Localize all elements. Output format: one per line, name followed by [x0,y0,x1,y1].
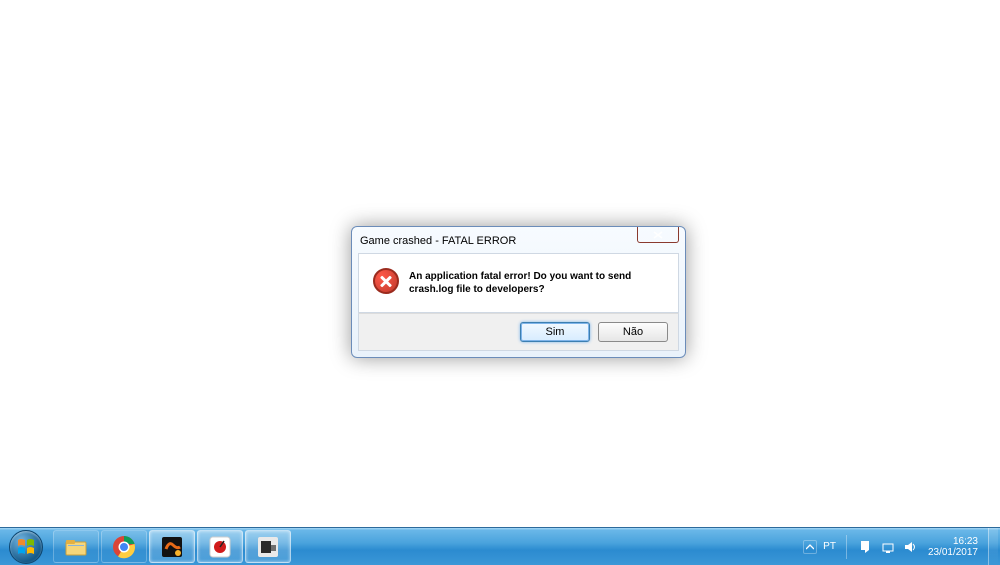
close-button[interactable] [637,227,679,243]
record-icon [208,535,232,559]
taskbar-item-explorer[interactable] [53,530,99,563]
clock[interactable]: 16:23 23/01/2017 [924,536,982,558]
tray-separator [846,535,848,559]
yes-button[interactable]: Sim [520,322,590,342]
system-tray: PT 16:23 23/01/2017 [803,528,1000,565]
app-icon [160,535,184,559]
clock-date: 23/01/2017 [928,547,978,558]
error-icon [373,268,399,294]
no-button[interactable]: Não [598,322,668,342]
show-desktop-button[interactable] [988,528,998,565]
tray-overflow-button[interactable] [803,540,817,554]
taskbar-item-app3[interactable] [149,530,195,563]
taskbar-item-chrome[interactable] [101,530,147,563]
start-button[interactable] [0,528,52,565]
dialog-titlebar[interactable]: Game crashed - FATAL ERROR [358,233,679,253]
volume-icon[interactable] [902,539,918,555]
taskbar-item-recorder[interactable] [197,530,243,563]
dialog-message: An application fatal error! Do you want … [409,268,666,296]
close-icon [653,231,663,239]
dialog-body: An application fatal error! Do you want … [358,253,679,313]
taskbar: PT 16:23 23/01/2017 [0,527,1000,565]
chevron-up-icon [806,544,814,550]
folder-icon [64,535,88,559]
network-icon[interactable] [880,539,896,555]
app-icon [256,535,280,559]
dialog-title: Game crashed - FATAL ERROR [360,233,516,249]
clock-time: 16:23 [928,536,978,547]
dialog-footer: Sim Não [358,313,679,351]
error-dialog: Game crashed - FATAL ERROR An applicatio… [351,226,686,358]
windows-logo-icon [9,530,43,564]
language-indicator[interactable]: PT [823,541,836,552]
action-center-icon[interactable] [858,539,874,555]
chrome-icon [112,535,136,559]
taskbar-item-app5[interactable] [245,530,291,563]
